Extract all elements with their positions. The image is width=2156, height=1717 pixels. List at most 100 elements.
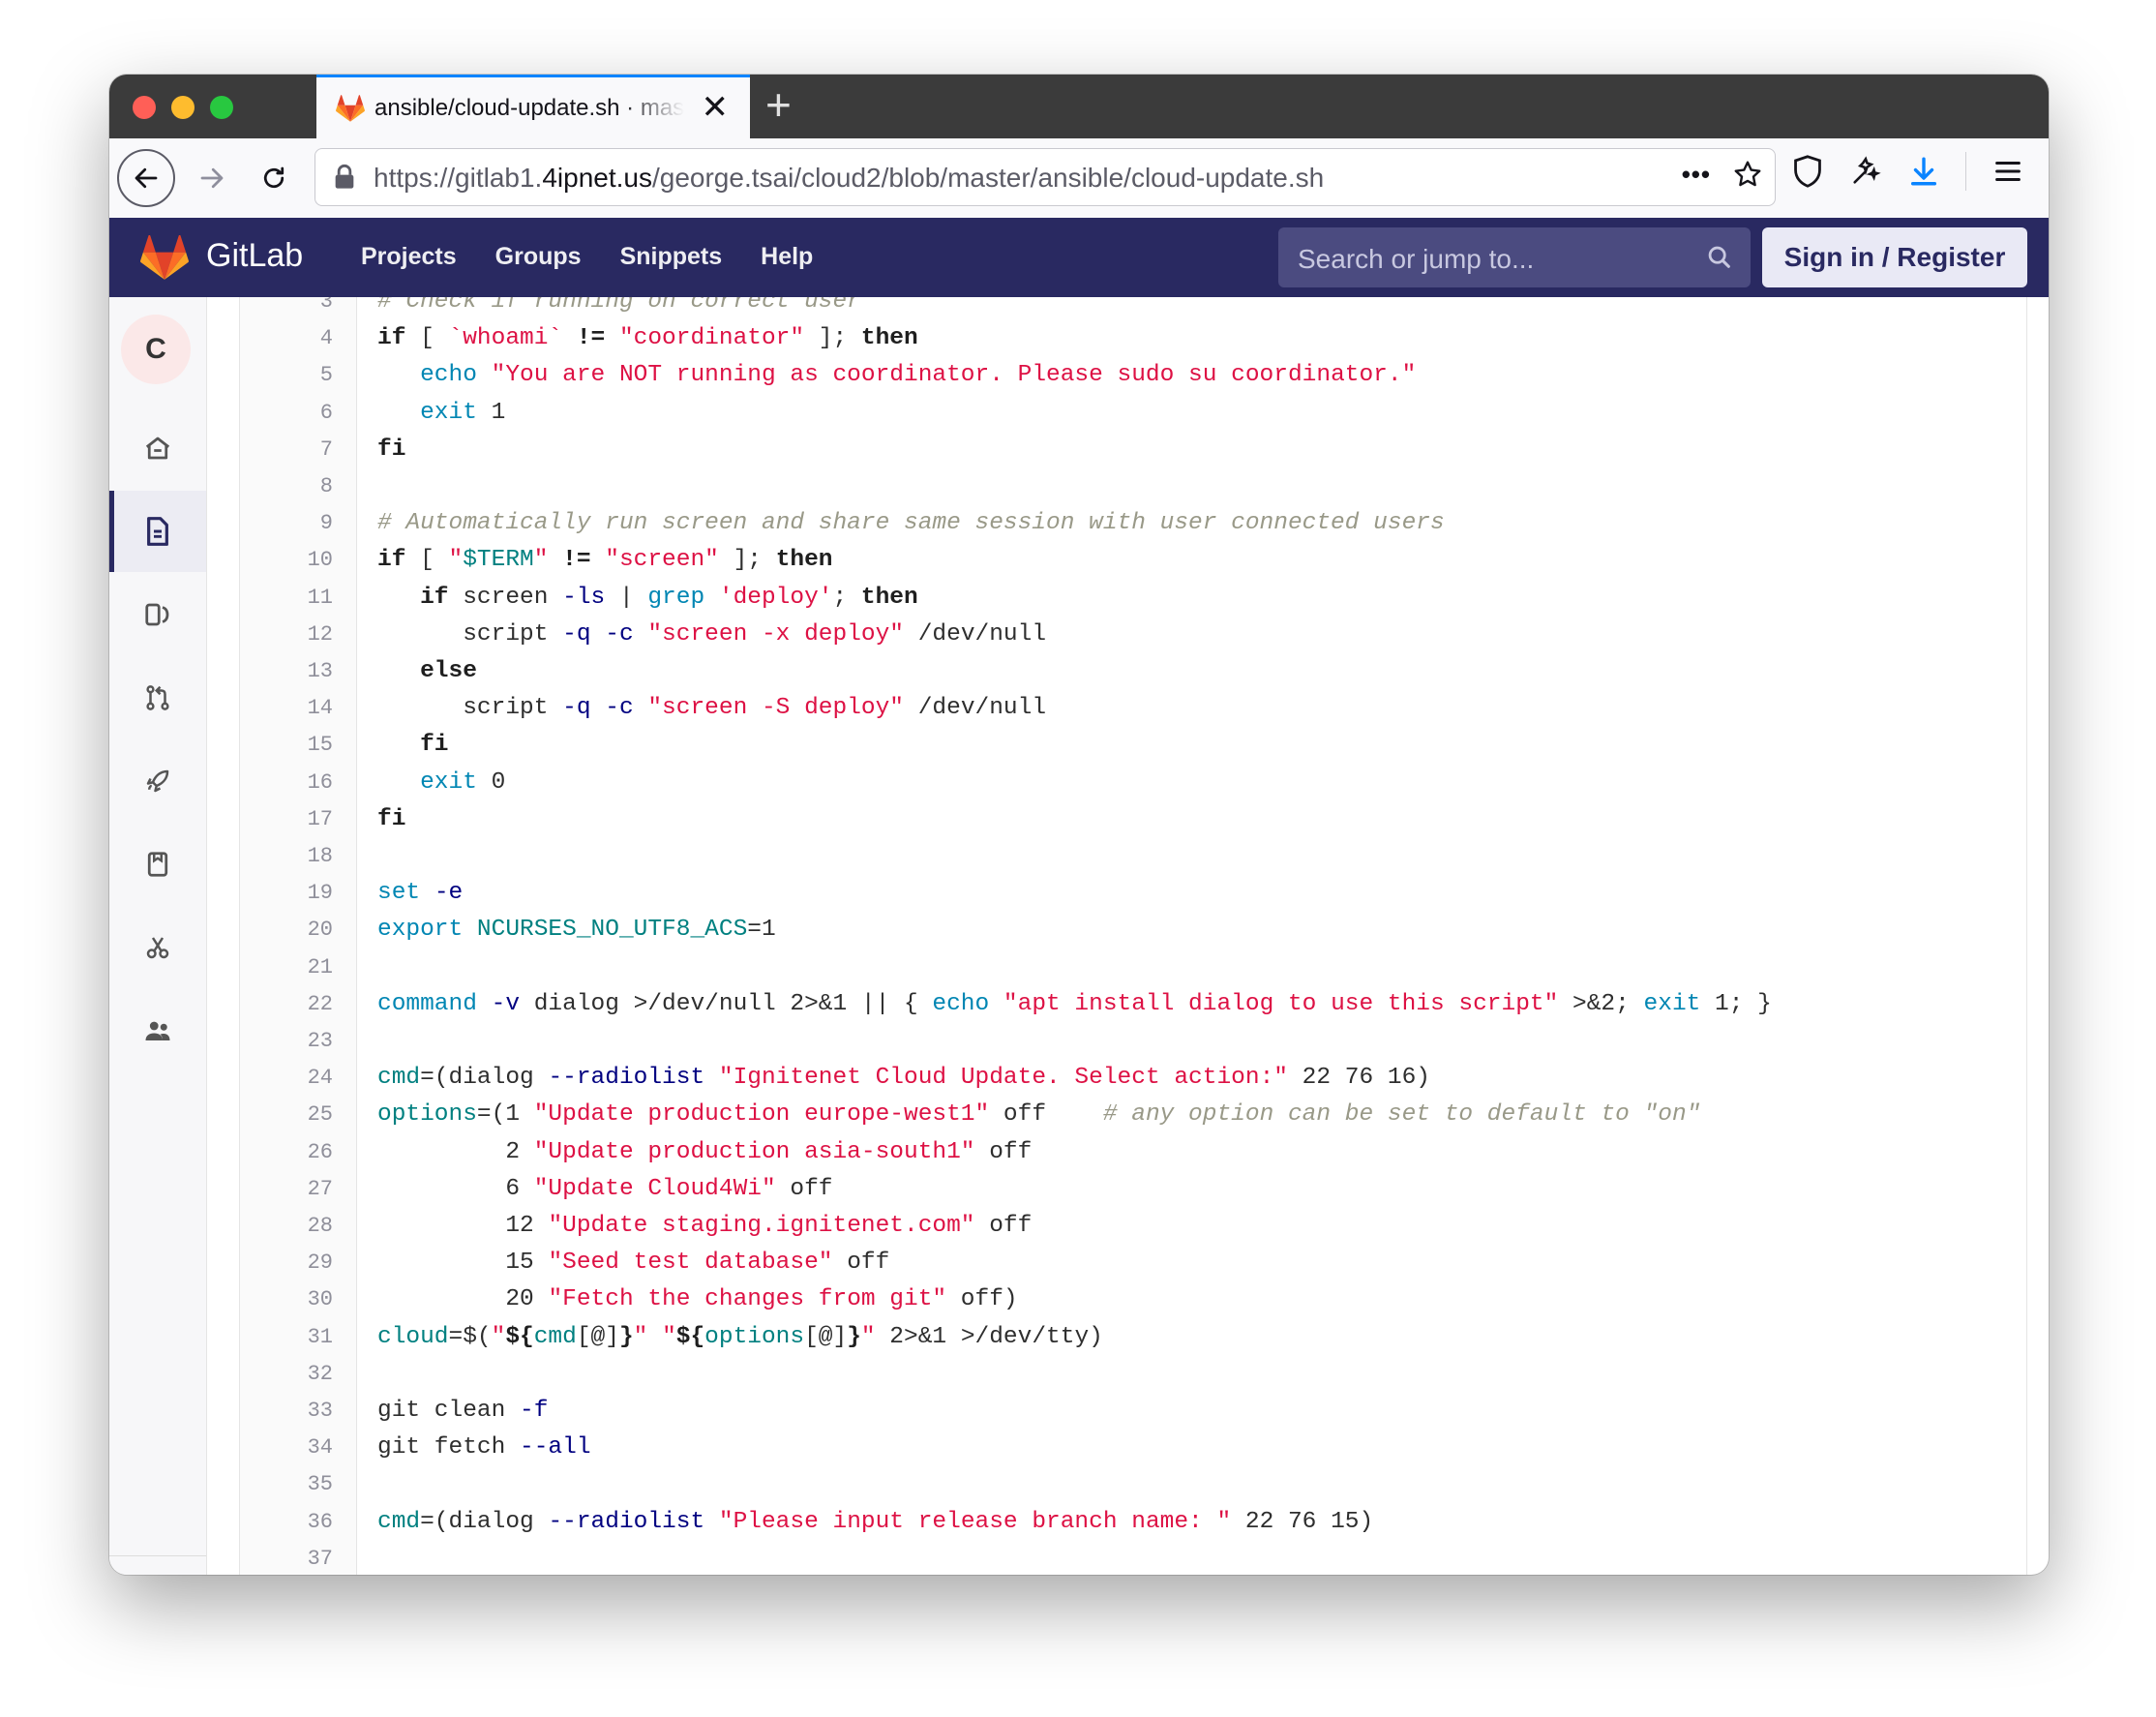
shield-icon[interactable] (1791, 154, 1824, 189)
address-bar[interactable]: https://gitlab1.4ipnet.us/george.tsai/cl… (314, 148, 1776, 206)
download-icon[interactable] (1907, 155, 1940, 188)
line-number[interactable]: 37 (240, 1541, 333, 1575)
rocket-icon (146, 769, 169, 793)
line-number[interactable]: 30 (240, 1281, 333, 1318)
search-icon[interactable] (1706, 244, 1733, 276)
line-number[interactable]: 36 (240, 1504, 333, 1541)
sidebar-item-ci-cd[interactable] (109, 740, 206, 822)
sidebar-item-project[interactable] (109, 407, 206, 489)
nav-help[interactable]: Help (761, 243, 813, 271)
forward-button[interactable] (189, 155, 235, 201)
line-number[interactable]: 5 (240, 357, 333, 394)
extension-icon[interactable] (1849, 155, 1882, 188)
nav-snippets[interactable]: Snippets (620, 243, 723, 271)
line-number[interactable]: 33 (240, 1393, 333, 1430)
code-token: =(dialog (420, 1065, 549, 1092)
code-token: } (618, 1323, 634, 1350)
line-content: 6 "Update Cloud4Wi" off (377, 1171, 832, 1208)
back-button[interactable] (117, 149, 175, 207)
sidebar-item-members[interactable] (109, 990, 206, 1071)
line-number[interactable]: 11 (240, 580, 333, 617)
close-window-button[interactable] (133, 96, 156, 119)
line-number[interactable]: 31 (240, 1319, 333, 1356)
url-text[interactable]: https://gitlab1.4ipnet.us/george.tsai/cl… (374, 163, 1324, 194)
line-number[interactable]: 15 (240, 727, 333, 764)
line-number[interactable]: 4 (240, 320, 333, 357)
code-token: options (704, 1323, 805, 1350)
minimize-window-button[interactable] (171, 96, 195, 119)
line-content: cloud=$("${cmd[@]}" "${options[@]}" 2>&1… (377, 1319, 1103, 1356)
nav-projects[interactable]: Projects (361, 243, 457, 271)
line-number[interactable]: 8 (240, 468, 333, 505)
line-number[interactable]: 35 (240, 1466, 333, 1503)
close-tab-icon[interactable]: ✕ (702, 91, 730, 124)
line-number[interactable]: 25 (240, 1097, 333, 1133)
code-token: --all (520, 1434, 591, 1461)
gitlab-brand[interactable]: GitLab (206, 237, 303, 275)
code-line: 24 cmd=(dialog --radiolist "Ignitenet Clo… (240, 1060, 2026, 1097)
code-token: [ (405, 325, 449, 352)
code-line: 22 command -v dialog >/dev/null 2>&1 || {… (240, 986, 2026, 1023)
hamburger-menu-icon[interactable] (1991, 155, 2024, 188)
sidebar-item-issues[interactable] (109, 574, 206, 655)
line-number[interactable]: 28 (240, 1208, 333, 1245)
sidebar-item-merge-requests[interactable] (109, 657, 206, 738)
code-line: 11 if screen -ls | grep 'deploy'; then (240, 580, 2026, 617)
nav-groups[interactable]: Groups (495, 243, 582, 271)
line-number[interactable]: 6 (240, 395, 333, 432)
line-number[interactable]: 17 (240, 801, 333, 838)
sidebar-item-repository[interactable] (109, 491, 206, 572)
sidebar-item-snippets[interactable] (109, 907, 206, 988)
code-token: 15 (377, 1250, 549, 1277)
browser-tab[interactable]: ansible/cloud-update.sh · master ✕ (316, 75, 750, 138)
bookmark-star-icon[interactable] (1732, 159, 1763, 190)
line-number[interactable]: 26 (240, 1134, 333, 1171)
line-number[interactable]: 32 (240, 1356, 333, 1393)
line-number[interactable]: 3 (240, 297, 333, 320)
scissors-icon (146, 937, 169, 959)
lock-icon[interactable] (333, 164, 356, 196)
page-actions-icon[interactable]: ••• (1682, 160, 1711, 190)
line-content: exit 0 (377, 765, 505, 801)
code-token: 12 (377, 1213, 549, 1239)
line-number[interactable]: 13 (240, 653, 333, 690)
line-number[interactable]: 16 (240, 765, 333, 801)
maximize-window-button[interactable] (210, 96, 233, 119)
line-number[interactable]: 19 (240, 875, 333, 912)
line-content: fi (377, 801, 405, 838)
line-number[interactable]: 20 (240, 912, 333, 949)
code-token: "screen" (605, 547, 719, 574)
line-number[interactable]: 18 (240, 838, 333, 875)
line-number[interactable]: 21 (240, 949, 333, 986)
search-box[interactable] (1278, 227, 1751, 287)
search-input[interactable] (1296, 243, 1687, 276)
line-number[interactable]: 22 (240, 986, 333, 1023)
line-number[interactable]: 10 (240, 542, 333, 579)
code-line: 7 fi (240, 432, 2026, 468)
line-number[interactable]: 12 (240, 617, 333, 653)
line-number[interactable]: 23 (240, 1023, 333, 1060)
code-line: 30 20 "Fetch the changes from git" off) (240, 1281, 2026, 1318)
code-token: -e (434, 880, 464, 907)
line-number[interactable]: 7 (240, 432, 333, 468)
browser-window: ansible/cloud-update.sh · master ✕ + htt… (109, 75, 2049, 1575)
home-icon (145, 437, 170, 460)
line-number[interactable]: 14 (240, 690, 333, 727)
code-line: 21 (240, 949, 2026, 986)
line-content: 15 "Seed test database" off (377, 1245, 889, 1281)
sidebar-item-wiki[interactable] (109, 824, 206, 905)
line-number[interactable]: 29 (240, 1245, 333, 1281)
line-number[interactable]: 27 (240, 1171, 333, 1208)
gitlab-logo-icon[interactable] (140, 234, 189, 285)
code-token: dialog >/dev/null 2>&1 || { (520, 990, 933, 1017)
new-tab-button[interactable]: + (765, 80, 792, 129)
line-number[interactable]: 24 (240, 1060, 333, 1097)
line-number[interactable]: 9 (240, 505, 333, 542)
sign-in-register-button[interactable]: Sign in / Register (1762, 227, 2027, 287)
line-number[interactable]: 34 (240, 1430, 333, 1466)
reload-button[interactable] (251, 155, 297, 201)
line-content: git clean -f (377, 1393, 548, 1430)
project-avatar[interactable]: C (121, 315, 191, 384)
